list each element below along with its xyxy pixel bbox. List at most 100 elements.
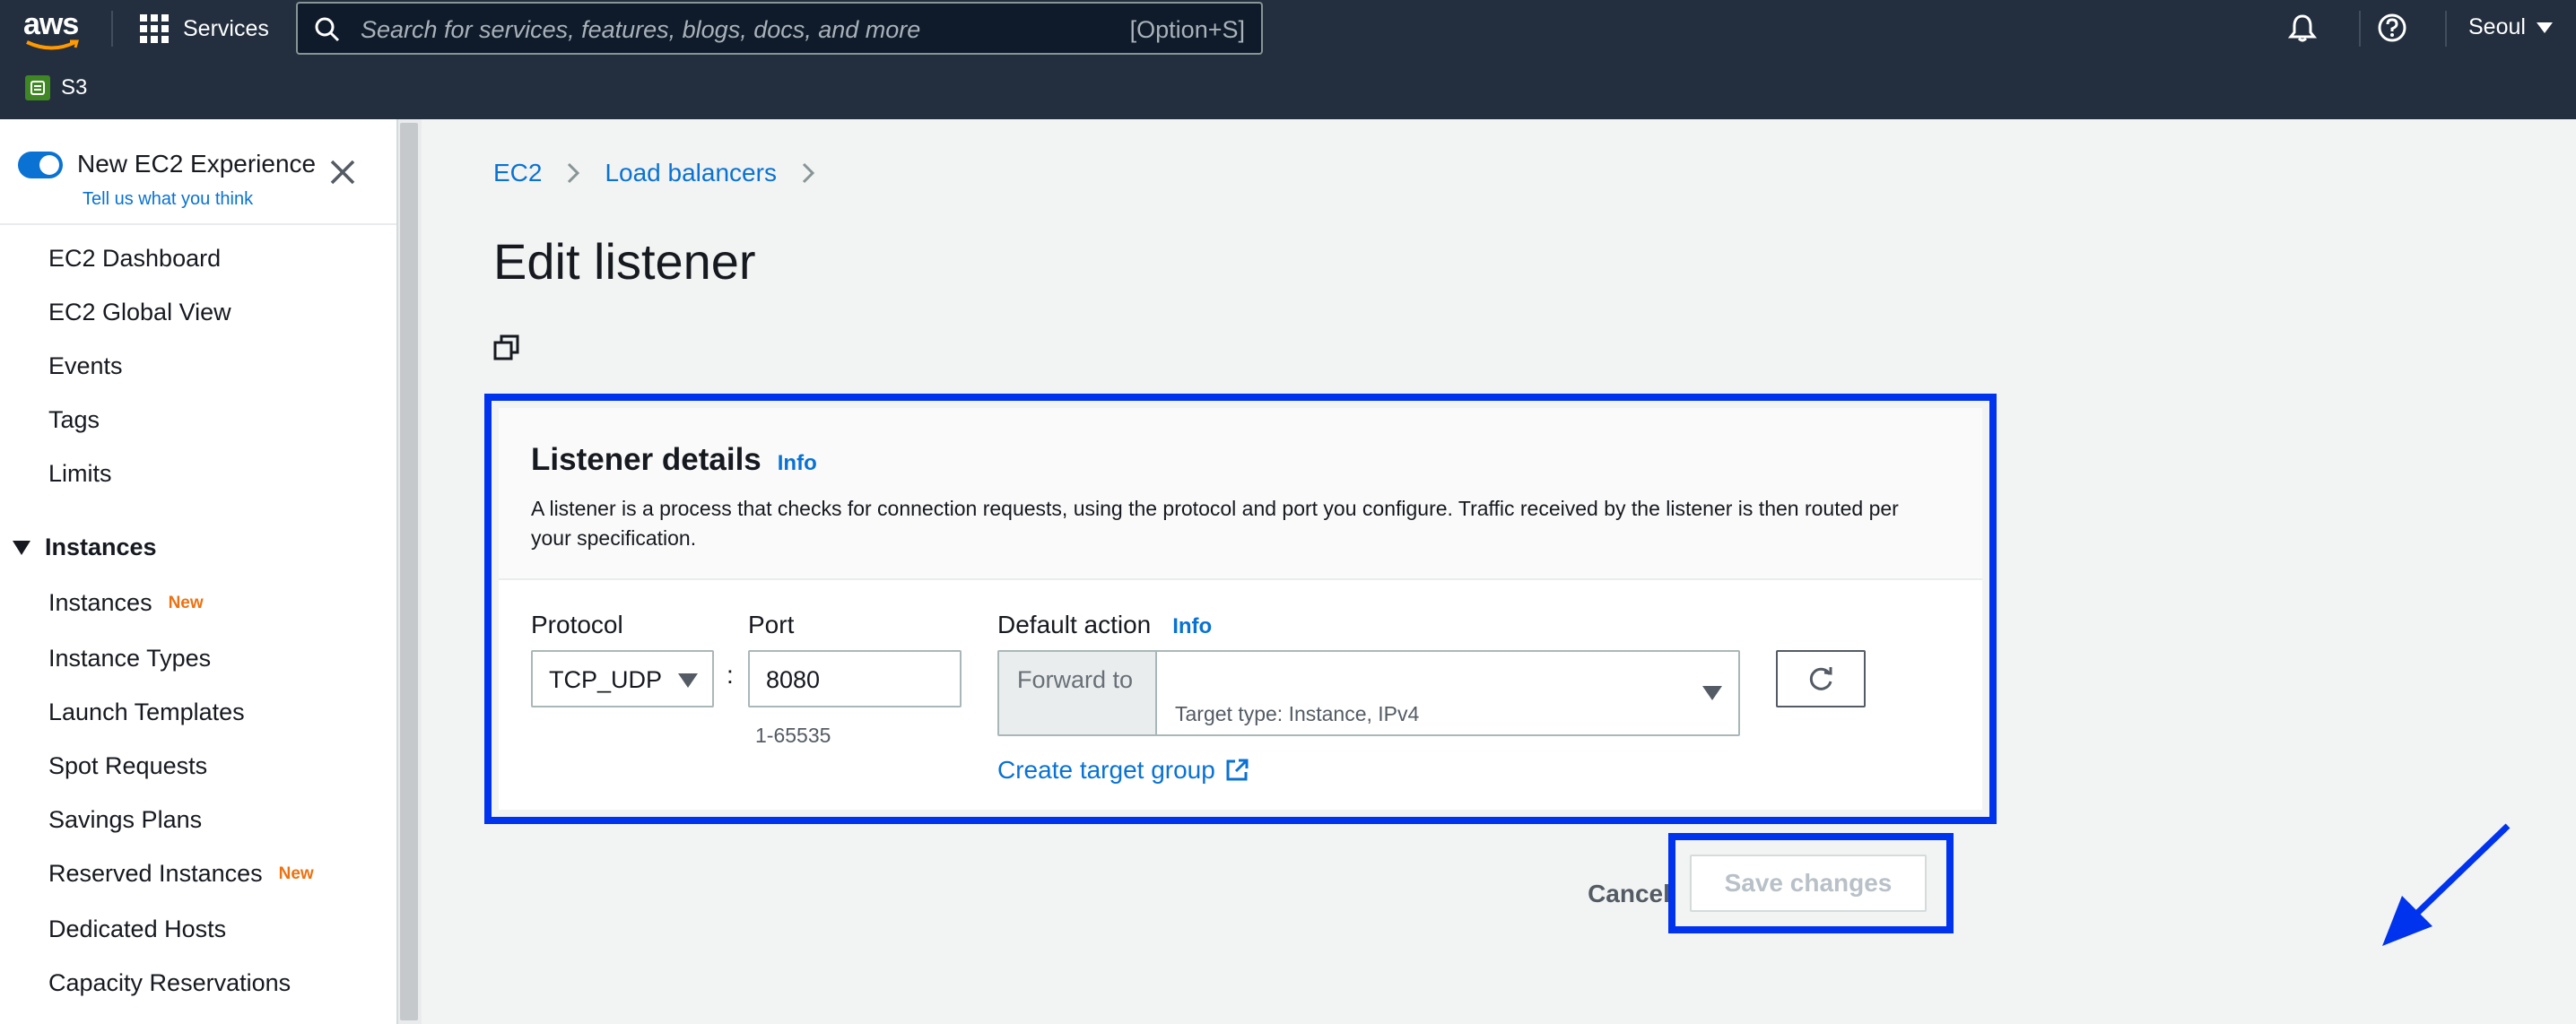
- highlight-listener-details: Listener details Info A listener is a pr…: [484, 394, 1997, 824]
- s3-icon: [25, 75, 50, 100]
- create-target-group-text: Create target group: [997, 756, 1215, 784]
- port-hint: 1-65535: [755, 724, 831, 747]
- services-menu-button[interactable]: Services: [140, 13, 269, 45]
- help-icon[interactable]: [2377, 13, 2407, 43]
- sidebar-item-label: Instance Types: [48, 645, 212, 672]
- default-action-info-link[interactable]: Info: [1172, 614, 1212, 639]
- sidebar-item-label: Instances: [48, 589, 152, 616]
- region-selector[interactable]: Seoul: [2468, 14, 2553, 40]
- sidebar-item-label: EC2 Global View: [48, 299, 231, 325]
- sidebar-item-instances[interactable]: Instances New: [48, 589, 204, 617]
- sidebar-item-events[interactable]: Events: [48, 352, 123, 380]
- region-label: Seoul: [2468, 14, 2526, 39]
- aws-logo-text: aws: [23, 7, 79, 41]
- caret-down-icon: [2536, 22, 2553, 33]
- caret-down-icon: [13, 540, 30, 555]
- sidebar-item-label: EC2 Dashboard: [48, 245, 222, 272]
- toggle-label: New EC2 Experience: [77, 150, 317, 178]
- panel-title-text: Listener details: [531, 442, 761, 477]
- caret-down-icon: [1702, 686, 1722, 700]
- scrollbar-thumb[interactable]: [400, 123, 418, 1020]
- breadcrumb-ec2[interactable]: EC2: [493, 159, 542, 187]
- panel-description: A listener is a process that checks for …: [531, 497, 1899, 550]
- sidebar-section-label: Instances: [45, 534, 157, 560]
- sidebar-item-label: Reserved Instances: [48, 860, 263, 887]
- main-content: EC2 Load balancers Edit listener Listene…: [422, 119, 2576, 1024]
- target-type-hint: Target type: Instance, IPv4: [1175, 702, 1420, 725]
- panel-title: Listener details Info: [531, 442, 817, 478]
- sidebar-item-capacity-reservations[interactable]: Capacity Reservations: [48, 969, 291, 997]
- nav-divider: [2445, 11, 2447, 47]
- sidebar-item-label: Limits: [48, 460, 112, 487]
- sidebar-item-label: Savings Plans: [48, 806, 203, 833]
- search-placeholder: Search for services, features, blogs, do…: [361, 16, 921, 43]
- sidebar-scrollbar[interactable]: [396, 119, 422, 1024]
- sidebar-item-label: Capacity Reservations: [48, 969, 292, 996]
- info-link[interactable]: Info: [778, 451, 817, 476]
- nav-divider: [2359, 11, 2361, 47]
- sidebar-item-ec2-global-view[interactable]: EC2 Global View: [48, 299, 231, 326]
- listener-details-panel: Listener details Info A listener is a pr…: [499, 408, 1982, 810]
- refresh-icon: [1809, 667, 1832, 690]
- sidebar-item-label: Spot Requests: [48, 752, 208, 779]
- breadcrumb: EC2 Load balancers: [493, 159, 814, 187]
- refresh-button[interactable]: [1776, 650, 1866, 707]
- sidebar-item-savings-plans[interactable]: Savings Plans: [48, 806, 202, 834]
- bell-icon[interactable]: [2287, 13, 2318, 43]
- default-action-label: Default action Info: [997, 611, 1212, 639]
- sidebar-item-launch-templates[interactable]: Launch Templates: [48, 699, 245, 726]
- search-icon: [315, 17, 340, 42]
- sidebar-section-instances[interactable]: Instances: [13, 534, 157, 561]
- favorite-label: S3: [61, 75, 88, 100]
- sidebar-item-dedicated-hosts[interactable]: Dedicated Hosts: [48, 916, 226, 943]
- new-experience-toggle[interactable]: [18, 152, 63, 178]
- grid-icon: [140, 14, 169, 43]
- create-target-group-link[interactable]: Create target group: [997, 756, 1249, 785]
- protocol-select[interactable]: TCP_UDP: [531, 650, 714, 707]
- close-icon[interactable]: [328, 158, 357, 187]
- sidebar-item-instance-types[interactable]: Instance Types: [48, 645, 211, 673]
- sidebar-item-label: Dedicated Hosts: [48, 916, 227, 942]
- page-title: Edit listener: [493, 233, 756, 290]
- protocol-label: Protocol: [531, 611, 623, 638]
- search-shortcut: [Option+S]: [1129, 16, 1245, 43]
- panel-header: Listener details Info A listener is a pr…: [499, 408, 1982, 580]
- external-link-icon: [1226, 759, 1249, 781]
- services-label: Services: [183, 15, 269, 41]
- default-action-label-text: Default action: [997, 611, 1152, 638]
- aws-logo[interactable]: aws: [23, 5, 81, 52]
- annotation-arrow-icon: [2382, 823, 2511, 946]
- favorite-s3[interactable]: S3: [25, 75, 87, 100]
- new-badge: New: [168, 593, 204, 612]
- sidebar: New EC2 Experience Tell us what you thin…: [0, 119, 396, 1024]
- sidebar-item-label: Events: [48, 352, 123, 379]
- copy-icon[interactable]: [493, 334, 520, 361]
- nav-divider: [111, 11, 113, 47]
- sidebar-item-ec2-dashboard[interactable]: EC2 Dashboard: [48, 245, 221, 273]
- highlight-save-changes: Save changes: [1668, 833, 1954, 933]
- forward-to-text: Forward to: [1017, 666, 1134, 693]
- chevron-right-icon: [802, 162, 814, 184]
- protocol-value: TCP_UDP: [549, 666, 663, 693]
- default-action-select[interactable]: Forward to Target type: Instance, IPv4: [997, 650, 1740, 736]
- port-separator: :: [727, 661, 734, 689]
- chevron-right-icon: [568, 162, 580, 184]
- feedback-link[interactable]: Tell us what you think: [83, 189, 253, 210]
- sidebar-item-label: Launch Templates: [48, 699, 245, 725]
- sidebar-divider: [0, 223, 396, 225]
- save-changes-button[interactable]: Save changes: [1690, 855, 1927, 912]
- port-input[interactable]: 8080: [748, 650, 962, 707]
- search-input[interactable]: Search for services, features, blogs, do…: [296, 2, 1263, 55]
- port-value: 8080: [766, 666, 821, 693]
- sidebar-item-spot-requests[interactable]: Spot Requests: [48, 752, 207, 780]
- caret-down-icon: [678, 673, 698, 688]
- forward-to-label: Forward to: [999, 652, 1157, 734]
- breadcrumb-load-balancers[interactable]: Load balancers: [605, 159, 776, 187]
- sidebar-item-label: Tags: [48, 406, 100, 433]
- new-badge: New: [278, 863, 314, 883]
- sidebar-item-tags[interactable]: Tags: [48, 406, 100, 434]
- aws-smile-icon: [26, 39, 79, 50]
- top-navigation: aws Services Search for services, featur…: [0, 0, 2576, 119]
- sidebar-item-limits[interactable]: Limits: [48, 460, 112, 488]
- sidebar-item-reserved-instances[interactable]: Reserved Instances New: [48, 860, 314, 888]
